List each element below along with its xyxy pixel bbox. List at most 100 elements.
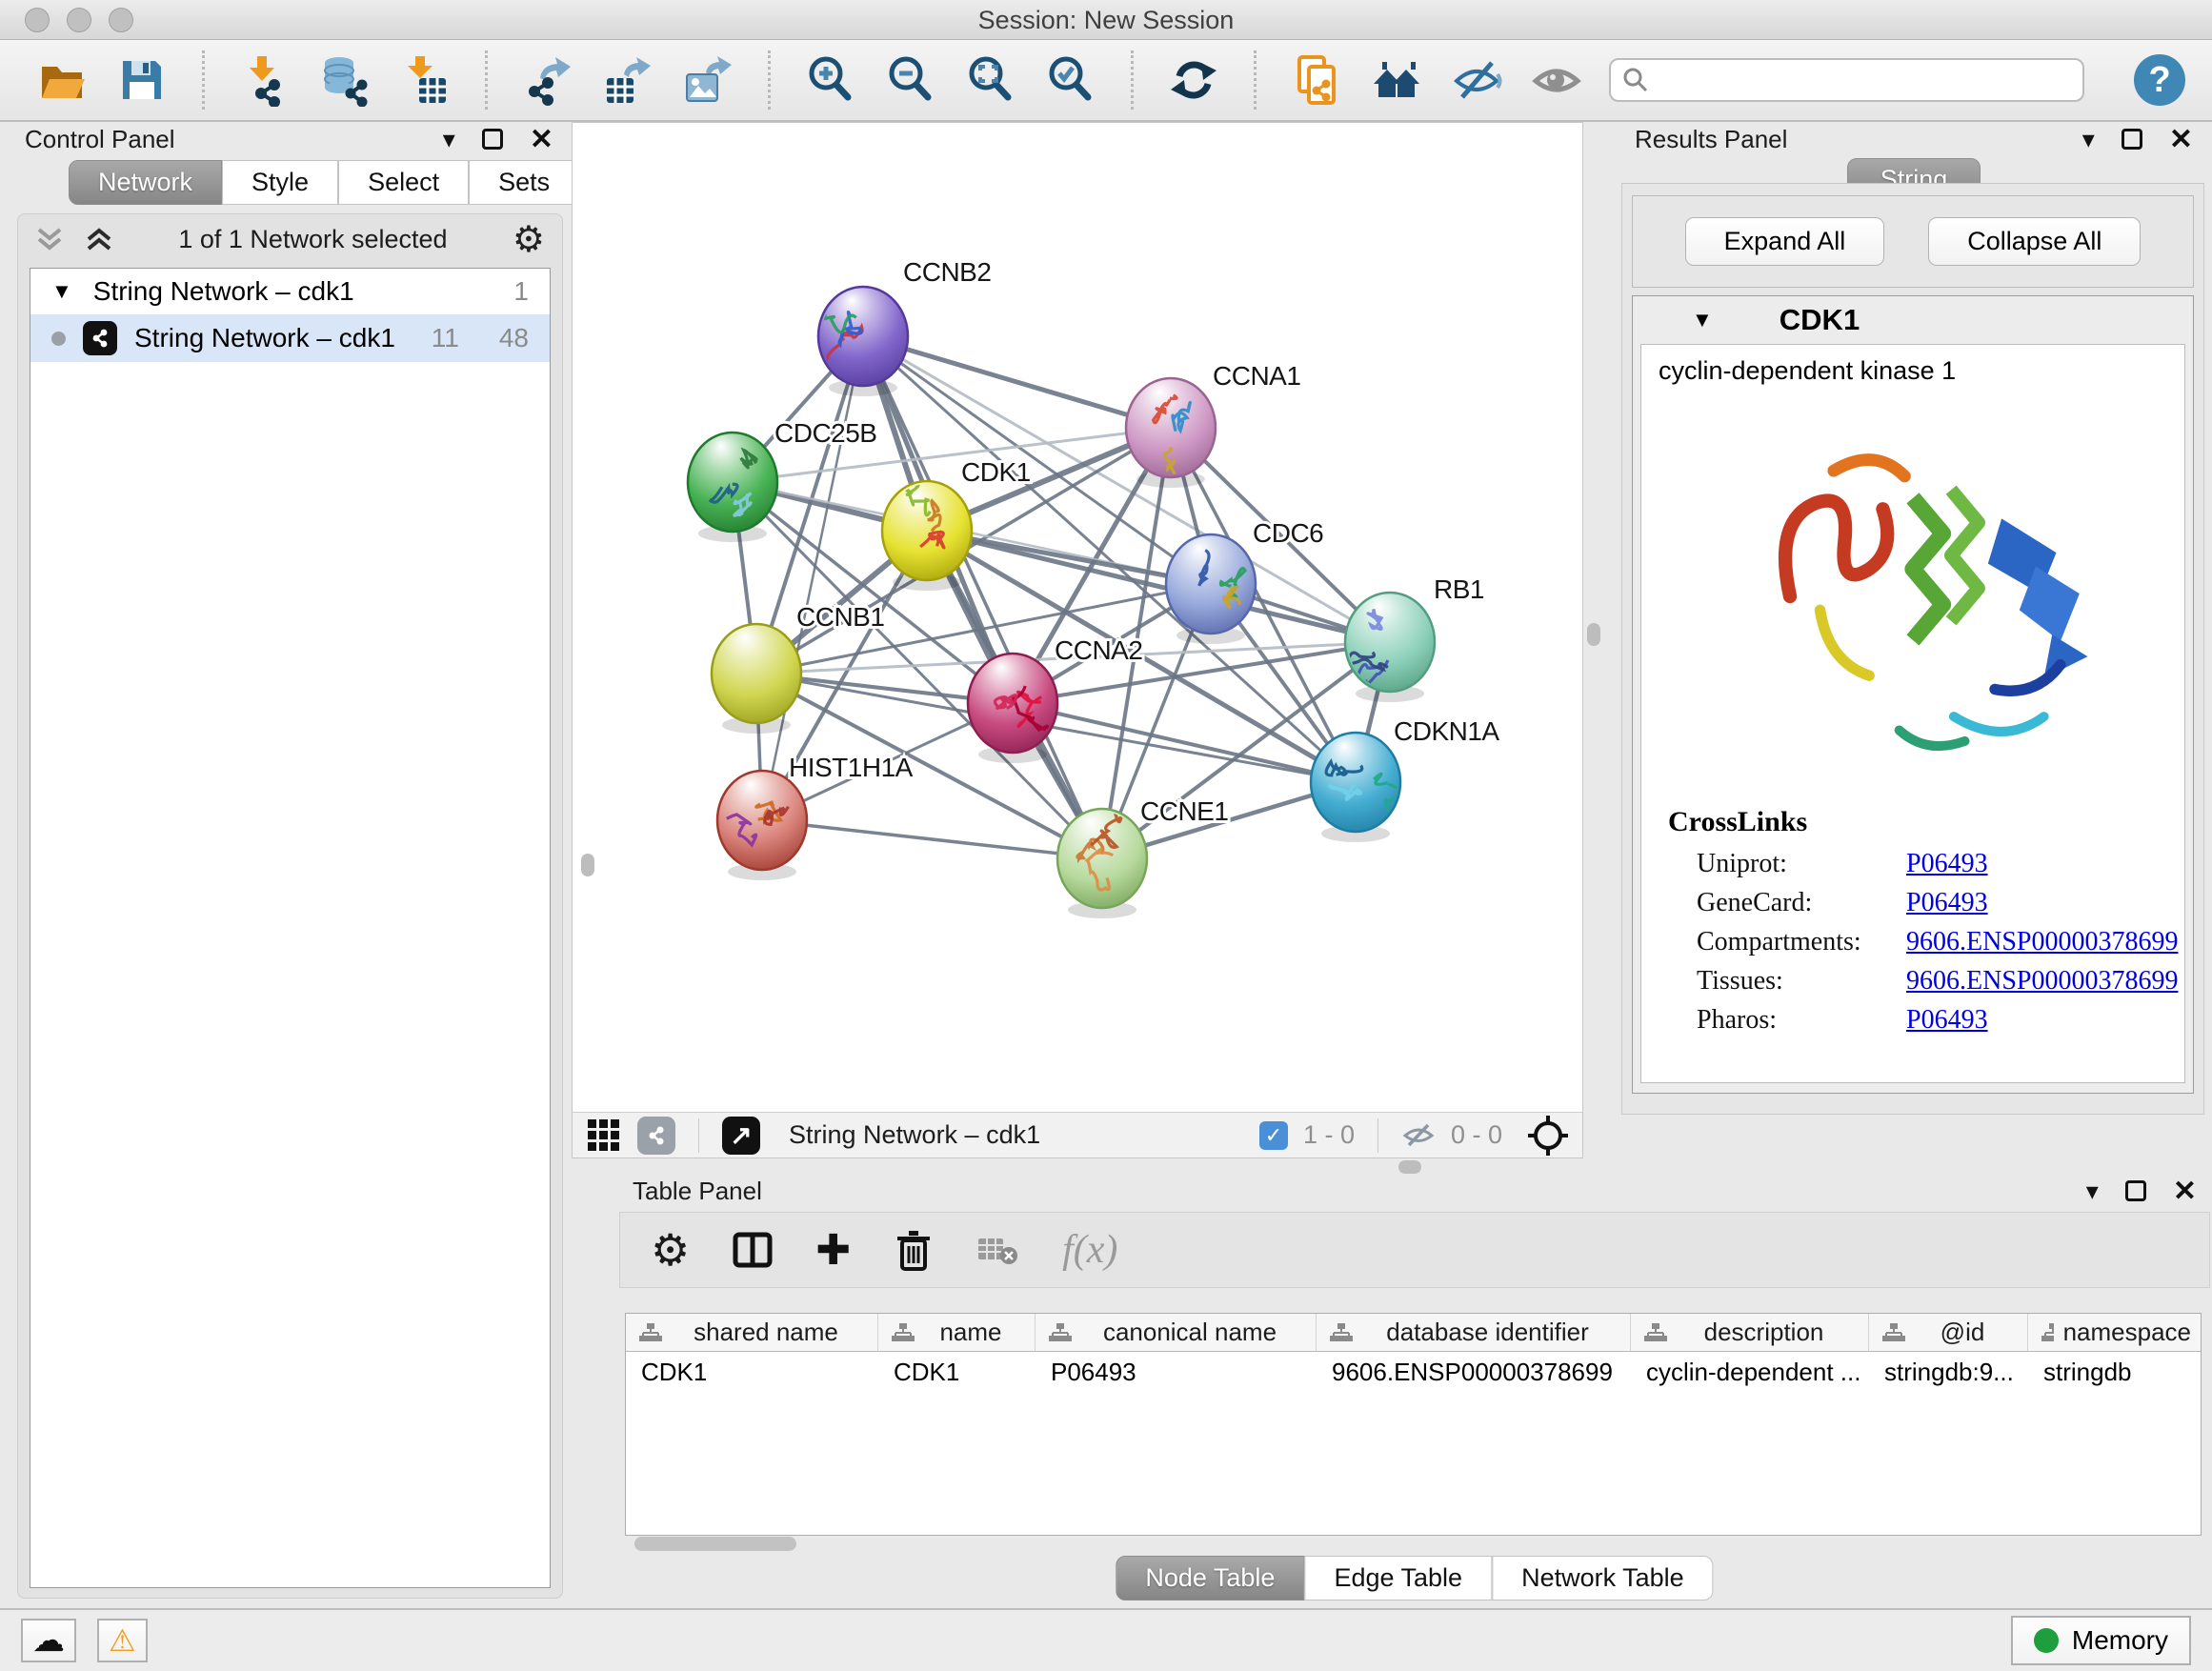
- warnings-button[interactable]: ⚠: [97, 1619, 148, 1662]
- crosslinks-title: CrossLinks: [1641, 796, 2184, 840]
- crosslink-link[interactable]: 9606.ENSP00000378699: [1906, 927, 2178, 957]
- crosslink-link[interactable]: P06493: [1906, 888, 1988, 918]
- tab-network[interactable]: Network: [69, 160, 222, 205]
- network-node-CDC6[interactable]: CDC6: [1166, 518, 1323, 644]
- maximize-panel-icon[interactable]: [2122, 129, 2142, 150]
- close-panel-icon[interactable]: ✕: [2169, 123, 2193, 156]
- crosslink-link[interactable]: P06493: [1906, 849, 1988, 879]
- float-panel-icon[interactable]: ▾: [2086, 1177, 2099, 1206]
- network-collection-row[interactable]: ▼ String Network – cdk1 1: [30, 269, 550, 314]
- grid-view-icon[interactable]: [586, 1117, 622, 1154]
- bottom-splitter-handle[interactable]: [1398, 1160, 1421, 1174]
- table-header-row: shared namenamecanonical namedatabase id…: [626, 1314, 2202, 1352]
- network-node-CCNE1[interactable]: CCNE1: [1057, 796, 1228, 918]
- table-cell: P06493: [1036, 1352, 1317, 1392]
- refresh-icon[interactable]: [1166, 52, 1221, 108]
- close-panel-icon[interactable]: ✕: [2173, 1175, 2197, 1208]
- create-column-icon[interactable]: ✚: [815, 1226, 851, 1275]
- crosslink-link[interactable]: 9606.ENSP00000378699: [1906, 966, 2178, 997]
- right-splitter-handle[interactable]: [1587, 623, 1600, 646]
- maximize-panel-icon[interactable]: [482, 129, 503, 150]
- table-cell: 9606.ENSP00000378699: [1317, 1352, 1631, 1392]
- export-table-icon[interactable]: [600, 52, 655, 108]
- maximize-panel-icon[interactable]: [2125, 1180, 2146, 1201]
- show-columns-icon[interactable]: [732, 1229, 774, 1271]
- cytoscape-window: Session: New Session: [0, 0, 2212, 1671]
- column-header-shared-name[interactable]: shared name: [626, 1314, 878, 1351]
- expand-all-button[interactable]: Expand All: [1685, 217, 1885, 266]
- import-network-database-icon[interactable]: [317, 52, 372, 108]
- table-options-gear-icon[interactable]: ⚙: [651, 1224, 690, 1276]
- search-icon: [1622, 67, 1647, 93]
- zoom-out-icon[interactable]: [883, 52, 938, 108]
- collection-caret-icon[interactable]: ▼: [51, 279, 72, 304]
- tab-style[interactable]: Style: [222, 160, 338, 205]
- zoom-in-icon[interactable]: [803, 52, 858, 108]
- fit-selected-crosshair-icon[interactable]: [1527, 1115, 1569, 1157]
- export-network-icon[interactable]: [520, 52, 575, 108]
- tab-node-table[interactable]: Node Table: [1116, 1556, 1304, 1601]
- table-panel-title: Table Panel: [633, 1177, 762, 1206]
- column-header-@id[interactable]: @id: [1869, 1314, 2028, 1351]
- export-image-icon[interactable]: [680, 52, 735, 108]
- column-header-description[interactable]: description: [1631, 1314, 1869, 1351]
- open-session-icon[interactable]: [34, 52, 90, 108]
- help-button[interactable]: ?: [2134, 54, 2185, 106]
- save-session-icon[interactable]: [114, 52, 170, 108]
- column-header-name[interactable]: name: [878, 1314, 1036, 1351]
- network-canvas[interactable]: CCNB2CCNA1CDC25BCDK1CDC6RB1CCNB1CCNA2CDK…: [573, 123, 1582, 1112]
- zoom-fit-icon[interactable]: [963, 52, 1018, 108]
- main-toolbar: ?: [0, 40, 2212, 122]
- network-node-HIST1H1A[interactable]: HIST1H1A: [717, 753, 914, 880]
- copy-style-icon[interactable]: [1289, 52, 1344, 108]
- network-node-CDC25B[interactable]: CDC25B: [688, 418, 876, 542]
- float-panel-icon[interactable]: ▾: [2082, 125, 2095, 154]
- crosslink-label: Tissues:: [1697, 966, 1906, 997]
- function-builder-icon[interactable]: f(x): [1062, 1227, 1117, 1273]
- tab-network-table[interactable]: Network Table: [1492, 1556, 1714, 1601]
- crosslink-link[interactable]: P06493: [1906, 1005, 1988, 1036]
- collapse-all-button[interactable]: Collapse All: [1928, 217, 2141, 266]
- show-all-eye-icon[interactable]: [1529, 52, 1584, 108]
- zoom-selected-icon[interactable]: [1043, 52, 1098, 108]
- network-node-RB1[interactable]: RB1: [1345, 574, 1484, 702]
- hide-selected-eye-slash-icon[interactable]: [1449, 52, 1504, 108]
- column-header-canonical-name[interactable]: canonical name: [1036, 1314, 1317, 1351]
- column-header-namespace[interactable]: namespace: [2028, 1314, 2202, 1351]
- table-tabs: Node TableEdge TableNetwork Table: [1116, 1556, 1713, 1601]
- tab-edge-table[interactable]: Edge Table: [1304, 1556, 1492, 1601]
- table-row[interactable]: CDK1CDK1P064939606.ENSP00000378699cyclin…: [626, 1352, 2202, 1392]
- section-caret-icon[interactable]: ▼: [1692, 308, 1713, 332]
- network-edge: [762, 336, 863, 820]
- delete-table-icon[interactable]: [976, 1231, 1020, 1269]
- gene-section: ▼ CDK1 cyclin-dependent kinase 1: [1632, 295, 2194, 1094]
- network-options-gear-icon[interactable]: ⚙: [513, 218, 545, 261]
- close-panel-icon[interactable]: ✕: [530, 123, 553, 156]
- memory-button[interactable]: Memory: [2011, 1616, 2191, 1665]
- import-table-icon[interactable]: [397, 52, 452, 108]
- selected-checkbox-icon[interactable]: ✓: [1259, 1121, 1288, 1150]
- import-network-file-icon[interactable]: [237, 52, 292, 108]
- network-node-CCNA1[interactable]: CCNA1: [1126, 361, 1300, 493]
- column-type-icon: [1644, 1323, 1667, 1342]
- search-input[interactable]: [1657, 66, 2071, 95]
- left-splitter-handle[interactable]: [581, 854, 594, 876]
- memory-label: Memory: [2072, 1625, 2168, 1656]
- hidden-eye-slash-icon[interactable]: [1401, 1121, 1436, 1150]
- network-node-CDKN1A[interactable]: CDKN1A: [1311, 716, 1499, 842]
- birds-eye-view-icon[interactable]: ↗: [722, 1117, 760, 1155]
- float-panel-icon[interactable]: ▾: [443, 125, 455, 154]
- tab-select[interactable]: Select: [338, 160, 469, 205]
- collapse-all-icon[interactable]: [35, 227, 64, 252]
- network-row-selected[interactable]: String Network – cdk1 11 48: [30, 314, 550, 362]
- home-icon[interactable]: [1369, 52, 1424, 108]
- cloud-status-button[interactable]: ☁: [21, 1619, 76, 1662]
- column-header-database-identifier[interactable]: database identifier: [1317, 1314, 1631, 1351]
- delete-column-trash-icon[interactable]: [893, 1227, 935, 1273]
- horizontal-scrollbar-thumb[interactable]: [634, 1537, 796, 1551]
- tab-sets[interactable]: Sets: [469, 160, 579, 205]
- share-view-icon[interactable]: [637, 1117, 675, 1155]
- gene-name: CDK1: [1780, 303, 1860, 337]
- gene-section-header[interactable]: ▼ CDK1: [1633, 296, 2193, 344]
- expand-all-icon[interactable]: [85, 227, 113, 252]
